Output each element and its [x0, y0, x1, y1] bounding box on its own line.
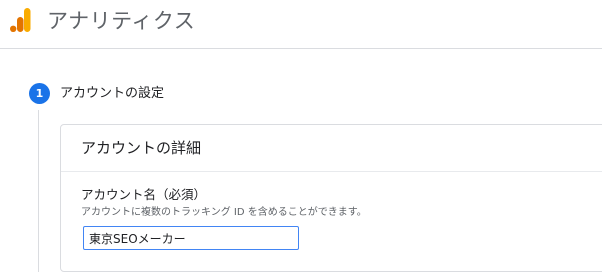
card-title: アカウントの詳細 [81, 139, 202, 157]
app-header: アナリティクス [0, 0, 602, 49]
account-name-label: アカウント名（必須） [81, 187, 207, 202]
card-divider [61, 171, 602, 172]
step-title: アカウントの設定 [60, 86, 165, 101]
account-details-card: アカウントの詳細 アカウント名（必須） アカウントに複数のトラッキング ID を… [60, 124, 602, 272]
account-name-input[interactable] [83, 226, 299, 250]
app-title: アナリティクス [47, 9, 196, 33]
stepper-connector-line [38, 110, 39, 272]
step-number-badge: 1 [29, 83, 50, 104]
google-analytics-logo-icon[interactable] [10, 8, 32, 32]
account-name-help-text: アカウントに複数のトラッキング ID を含めることができます。 [81, 207, 367, 218]
